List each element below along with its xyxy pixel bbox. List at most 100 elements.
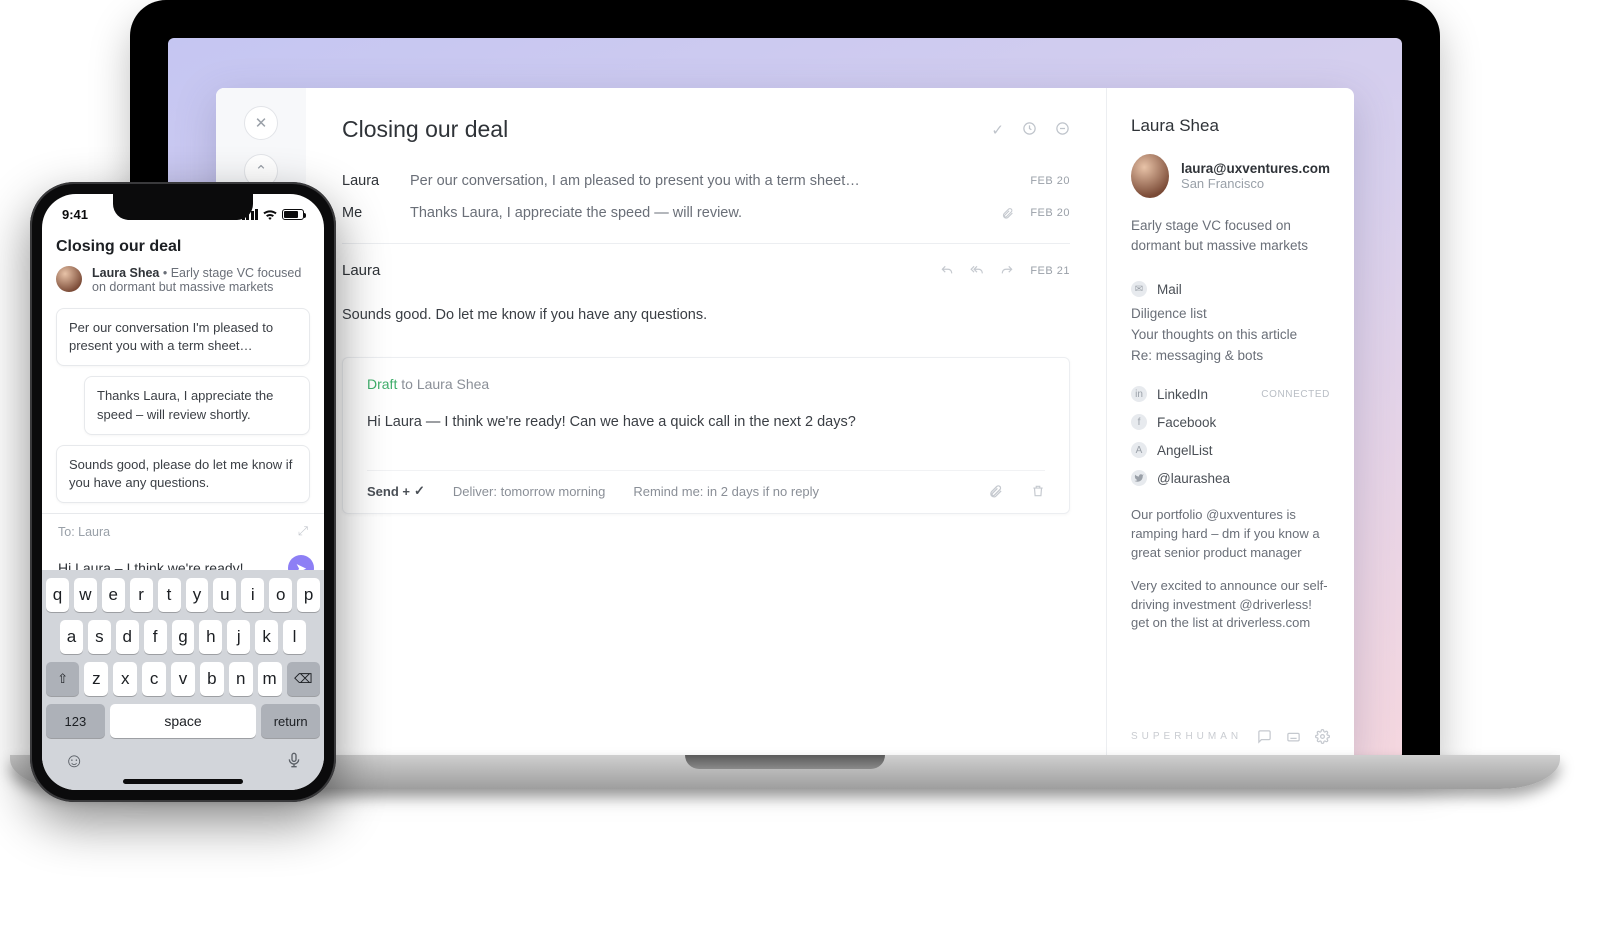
home-indicator[interactable] — [123, 779, 243, 784]
key-backspace[interactable]: ⌫ — [287, 662, 320, 696]
key-return[interactable]: return — [261, 704, 320, 738]
tweet: Very excited to announce our self-drivin… — [1131, 577, 1330, 634]
key-numbers[interactable]: 123 — [46, 704, 105, 738]
app-window: ✕ ⌃ ⌄ Closing our deal ✓ — [216, 88, 1354, 760]
sidebar-footer: SUPERHUMAN — [1131, 729, 1330, 744]
deliver-schedule[interactable]: Deliver: tomorrow morning — [453, 484, 605, 499]
key-g[interactable]: g — [172, 620, 195, 654]
social-label: AngelList — [1157, 443, 1213, 458]
message-date: FEB 20 — [1030, 175, 1070, 187]
compose-to-row[interactable]: To: Laura ⤢ — [42, 514, 324, 549]
laptop-display: ✕ ⌃ ⌄ Closing our deal ✓ — [168, 38, 1402, 760]
facebook-icon: f — [1131, 414, 1147, 430]
expanded-actions: FEB 21 — [940, 264, 1070, 278]
chat-icon[interactable] — [1257, 729, 1272, 744]
shift-icon: ⇧ — [57, 671, 68, 687]
status-time: 9:41 — [62, 207, 88, 222]
key-p[interactable]: p — [297, 578, 320, 612]
key-q[interactable]: q — [46, 578, 69, 612]
send-button[interactable]: ➤ — [288, 555, 314, 570]
phone-sender-name: Laura Shea — [92, 266, 159, 280]
forward-icon[interactable] — [1000, 264, 1014, 278]
phone-sender-text: Laura Shea • Early stage VC focused on d… — [92, 266, 310, 294]
close-button[interactable]: ✕ — [244, 106, 278, 140]
key-j[interactable]: j — [227, 620, 250, 654]
key-k[interactable]: k — [255, 620, 278, 654]
key-w[interactable]: w — [74, 578, 97, 612]
message-row[interactable]: Me Thanks Laura, I appreciate the speed … — [342, 197, 1070, 229]
key-shift[interactable]: ⇧ — [46, 662, 79, 696]
reply-all-icon[interactable] — [970, 264, 984, 278]
key-i[interactable]: i — [241, 578, 264, 612]
laptop-hinge-notch — [685, 755, 885, 769]
social-angellist[interactable]: A AngelList — [1131, 436, 1330, 464]
key-s[interactable]: s — [88, 620, 111, 654]
draft-recipient: Draft to Laura Shea — [367, 376, 1045, 392]
social-facebook[interactable]: f Facebook — [1131, 408, 1330, 436]
gear-icon[interactable] — [1315, 729, 1330, 744]
compose-input-row: Hi Laura – I think we're ready! ➤ — [42, 549, 324, 570]
attachment-icon[interactable] — [988, 484, 1003, 499]
reply-icon[interactable] — [940, 264, 954, 278]
key-h[interactable]: h — [199, 620, 222, 654]
trash-icon[interactable] — [1031, 484, 1045, 498]
mail-item[interactable]: Re: messaging & bots — [1131, 345, 1330, 366]
avatar — [56, 266, 82, 292]
key-b[interactable]: b — [200, 662, 224, 696]
emoji-icon[interactable]: ☺ — [64, 750, 84, 773]
key-space[interactable]: space — [110, 704, 257, 738]
key-x[interactable]: x — [113, 662, 137, 696]
key-v[interactable]: v — [171, 662, 195, 696]
expanded-header: Laura FEB — [342, 262, 1070, 279]
key-o[interactable]: o — [269, 578, 292, 612]
social-linkedin[interactable]: in LinkedIn CONNECTED — [1131, 380, 1330, 408]
shortcuts-icon[interactable] — [1286, 729, 1301, 744]
contact-name: Laura Shea — [1131, 116, 1330, 136]
mic-icon[interactable] — [286, 750, 302, 773]
thread-title: Closing our deal — [342, 116, 508, 143]
keyboard-row: ⇧ z x c v b n m ⌫ — [46, 662, 320, 696]
social-twitter[interactable]: @laurashea — [1131, 464, 1330, 492]
key-t[interactable]: t — [158, 578, 181, 612]
close-icon: ✕ — [255, 114, 268, 132]
message-bubble[interactable]: Sounds good, please do let me know if yo… — [56, 445, 310, 503]
key-c[interactable]: c — [142, 662, 166, 696]
draft-to-name: Laura Shea — [417, 376, 489, 392]
mail-item[interactable]: Your thoughts on this article — [1131, 324, 1330, 345]
key-d[interactable]: d — [116, 620, 139, 654]
key-f[interactable]: f — [144, 620, 167, 654]
key-n[interactable]: n — [229, 662, 253, 696]
expanded-sender: Laura — [342, 262, 380, 279]
compose-to: To: Laura — [58, 525, 110, 539]
phone-sender-row: Laura Shea • Early stage VC focused on d… — [56, 266, 310, 294]
snooze-icon[interactable] — [1022, 121, 1037, 139]
contact-bio: Early stage VC focused on dormant but ma… — [1131, 216, 1330, 255]
key-a[interactable]: a — [60, 620, 83, 654]
send-button[interactable]: Send + ✓ — [367, 483, 425, 499]
mail-item[interactable]: Diligence list — [1131, 303, 1330, 324]
message-row[interactable]: Laura Per our conversation, I am pleased… — [342, 165, 1070, 197]
key-e[interactable]: e — [102, 578, 125, 612]
message-bubble[interactable]: Thanks Laura, I appreciate the speed – w… — [84, 376, 310, 434]
done-icon[interactable]: ✓ — [991, 121, 1004, 139]
contact-email[interactable]: laura@uxventures.com — [1181, 161, 1330, 176]
key-y[interactable]: y — [186, 578, 209, 612]
message-preview: Thanks Laura, I appreciate the speed — w… — [410, 205, 1001, 221]
key-u[interactable]: u — [213, 578, 236, 612]
remind-schedule[interactable]: Remind me: in 2 days if no reply — [633, 484, 819, 499]
mail-section: ✉ Mail — [1131, 275, 1330, 303]
key-m[interactable]: m — [258, 662, 282, 696]
thread-actions: ✓ — [991, 121, 1070, 139]
mail-items: Diligence list Your thoughts on this art… — [1131, 303, 1330, 366]
unsubscribe-icon[interactable] — [1055, 121, 1070, 139]
key-l[interactable]: l — [283, 620, 306, 654]
draft-body[interactable]: Hi Laura — I think we're ready! Can we h… — [367, 414, 1045, 430]
chevron-up-icon: ⌃ — [255, 162, 268, 180]
send-arrow-icon: ➤ — [295, 560, 307, 570]
phone-content: Closing our deal Laura Shea • Early stag… — [42, 234, 324, 570]
key-z[interactable]: z — [84, 662, 108, 696]
compose-input[interactable]: Hi Laura – I think we're ready! — [58, 560, 278, 570]
expand-icon[interactable]: ⤢ — [298, 524, 308, 539]
key-r[interactable]: r — [130, 578, 153, 612]
message-bubble[interactable]: Per our conversation I'm pleased to pres… — [56, 308, 310, 366]
